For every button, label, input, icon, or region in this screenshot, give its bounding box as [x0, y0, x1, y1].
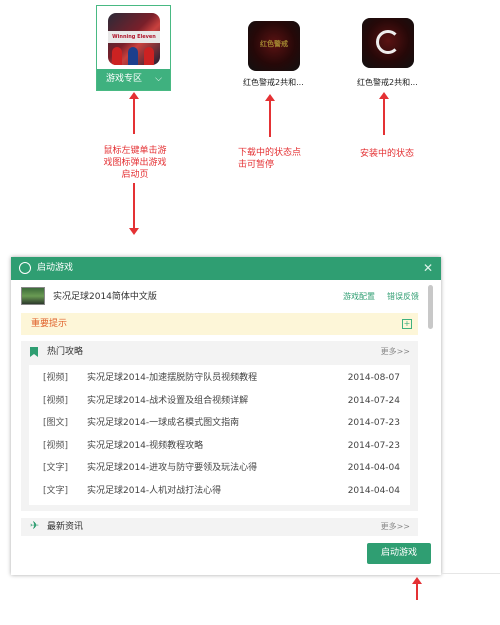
- game-thumbnail[interactable]: Winning Eleven: [108, 13, 160, 65]
- game-zone-label: 游戏专区: [106, 74, 143, 84]
- arrow-up-icon: [265, 94, 275, 137]
- item-tag: [视频]: [43, 373, 69, 383]
- list-item[interactable]: [视频] 实况足球2014-战术设置及组合视频详解 2014-07-24: [29, 390, 410, 413]
- arrow-up-icon: [129, 92, 139, 134]
- item-date: 2014-04-04: [347, 486, 400, 496]
- item-title[interactable]: 实况足球2014-战术设置及组合视频详解: [87, 390, 248, 413]
- arrow-up-icon: [412, 577, 422, 600]
- expand-icon[interactable]: +: [402, 319, 412, 329]
- scrollbar[interactable]: [428, 285, 433, 329]
- game-tile-selected[interactable]: Winning Eleven 游戏专区 ⌵: [96, 5, 171, 91]
- note-left: 鼠标左键单击游 戏图标弹出游戏 启动页: [95, 145, 175, 181]
- note-middle: 下载中的状态点 击可暂停: [238, 147, 314, 171]
- more-link[interactable]: 更多>>: [381, 518, 410, 536]
- game-label-downloading: 红色警戒2共和...: [243, 78, 304, 87]
- game-name: 实况足球2014简体中文版: [53, 292, 157, 302]
- item-date: 2014-08-07: [347, 373, 400, 383]
- panel-heading: 最新资讯: [47, 522, 84, 532]
- bookmark-icon: [30, 347, 38, 357]
- arrow-up-icon: [379, 92, 389, 135]
- list-item[interactable]: [文字] 实况足球2014-人机对战打法心得 2014-04-04: [29, 480, 410, 503]
- error-report-link[interactable]: 错误反馈: [387, 285, 419, 309]
- player-figure: [144, 47, 154, 65]
- game-tile-installing[interactable]: [362, 18, 414, 68]
- note-line: 鼠标左键单击游: [103, 146, 167, 156]
- player-figure: [112, 47, 122, 65]
- game-info-row: 实况足球2014简体中文版 游戏配置 错误反馈: [21, 285, 433, 309]
- panel-heading: 热门攻略: [47, 347, 84, 357]
- note-line: 击可暂停: [238, 160, 275, 170]
- note-right: 安装中的状态: [359, 149, 414, 159]
- notice-text: 重要提示: [31, 319, 68, 329]
- divider: [441, 573, 500, 574]
- news-panel-header: 最新资讯 更多>>: [21, 518, 418, 536]
- guide-list: [视频] 实况足球2014-加速摆脱防守队员视频教程 2014-08-07 [视…: [29, 365, 410, 505]
- important-notice[interactable]: 重要提示 +: [21, 313, 418, 335]
- item-tag: [文字]: [43, 463, 69, 474]
- note-line: 启动页: [121, 170, 149, 180]
- window-titlebar: 启动游戏 ✕: [11, 257, 441, 280]
- tutorial-page: Winning Eleven 游戏专区 ⌵ 红色警戒 红色警戒2共和... 红色…: [0, 0, 500, 625]
- player-figure: [128, 47, 138, 65]
- wrench-icon: [376, 30, 400, 54]
- item-title[interactable]: 实况足球2014-加速摆脱防守队员视频教程: [87, 367, 257, 390]
- hot-guides-panel: 热门攻略 更多>> [视频] 实况足球2014-加速摆脱防守队员视频教程 201…: [21, 341, 418, 511]
- note-line: 下载中的状态点: [238, 148, 302, 158]
- clock-icon: [19, 262, 31, 274]
- game-tile-downloading[interactable]: 红色警戒: [248, 21, 300, 71]
- close-icon[interactable]: ✕: [423, 257, 433, 280]
- item-tag: [图文]: [43, 418, 69, 429]
- item-title[interactable]: 实况足球2014-进攻与防守要领及玩法心得: [87, 457, 257, 480]
- note-line: 戏图标弹出游戏: [103, 158, 167, 168]
- item-title[interactable]: 实况足球2014-一球成名模式图文指南: [87, 412, 239, 435]
- chevron-down-icon[interactable]: ⌵: [155, 69, 162, 90]
- game-config-link[interactable]: 游戏配置: [343, 285, 375, 309]
- list-item[interactable]: [视频] 实况足球2014-加速摆脱防守队员视频教程 2014-08-07: [29, 367, 410, 390]
- item-tag: [文字]: [43, 486, 69, 496]
- plane-icon: [30, 519, 41, 532]
- item-date: 2014-04-04: [347, 463, 400, 474]
- game-label-installing: 红色警戒2共和...: [357, 78, 418, 87]
- item-title[interactable]: 实况足球2014-人机对战打法心得: [87, 480, 221, 503]
- item-date: 2014-07-23: [347, 440, 400, 451]
- more-link[interactable]: 更多>>: [381, 341, 410, 363]
- game-logo-text: Winning Eleven: [108, 31, 160, 43]
- item-tag: [视频]: [43, 395, 69, 406]
- list-item[interactable]: [文字] 实况足球2014-进攻与防守要领及玩法心得 2014-04-04: [29, 457, 410, 480]
- window-title: 启动游戏: [37, 263, 74, 273]
- game-thumbnail-small: [21, 287, 45, 305]
- item-title[interactable]: 实况足球2014-视频教程攻略: [87, 435, 203, 458]
- launch-game-window: 启动游戏 ✕ 实况足球2014简体中文版 游戏配置 错误反馈 重要提示 + 热门…: [11, 257, 441, 575]
- item-date: 2014-07-23: [347, 418, 400, 429]
- list-item[interactable]: [图文] 实况足球2014-一球成名模式图文指南 2014-07-23: [29, 412, 410, 435]
- item-date: 2014-07-24: [347, 395, 400, 406]
- item-tag: [视频]: [43, 440, 69, 451]
- arrow-down-icon: [129, 183, 139, 235]
- launch-game-button[interactable]: 启动游戏: [367, 543, 431, 564]
- game-zone-bar[interactable]: 游戏专区 ⌵: [97, 69, 170, 90]
- panel-header: 热门攻略 更多>>: [21, 341, 418, 363]
- download-overlay: [248, 21, 300, 71]
- list-item[interactable]: [视频] 实况足球2014-视频教程攻略 2014-07-23: [29, 435, 410, 458]
